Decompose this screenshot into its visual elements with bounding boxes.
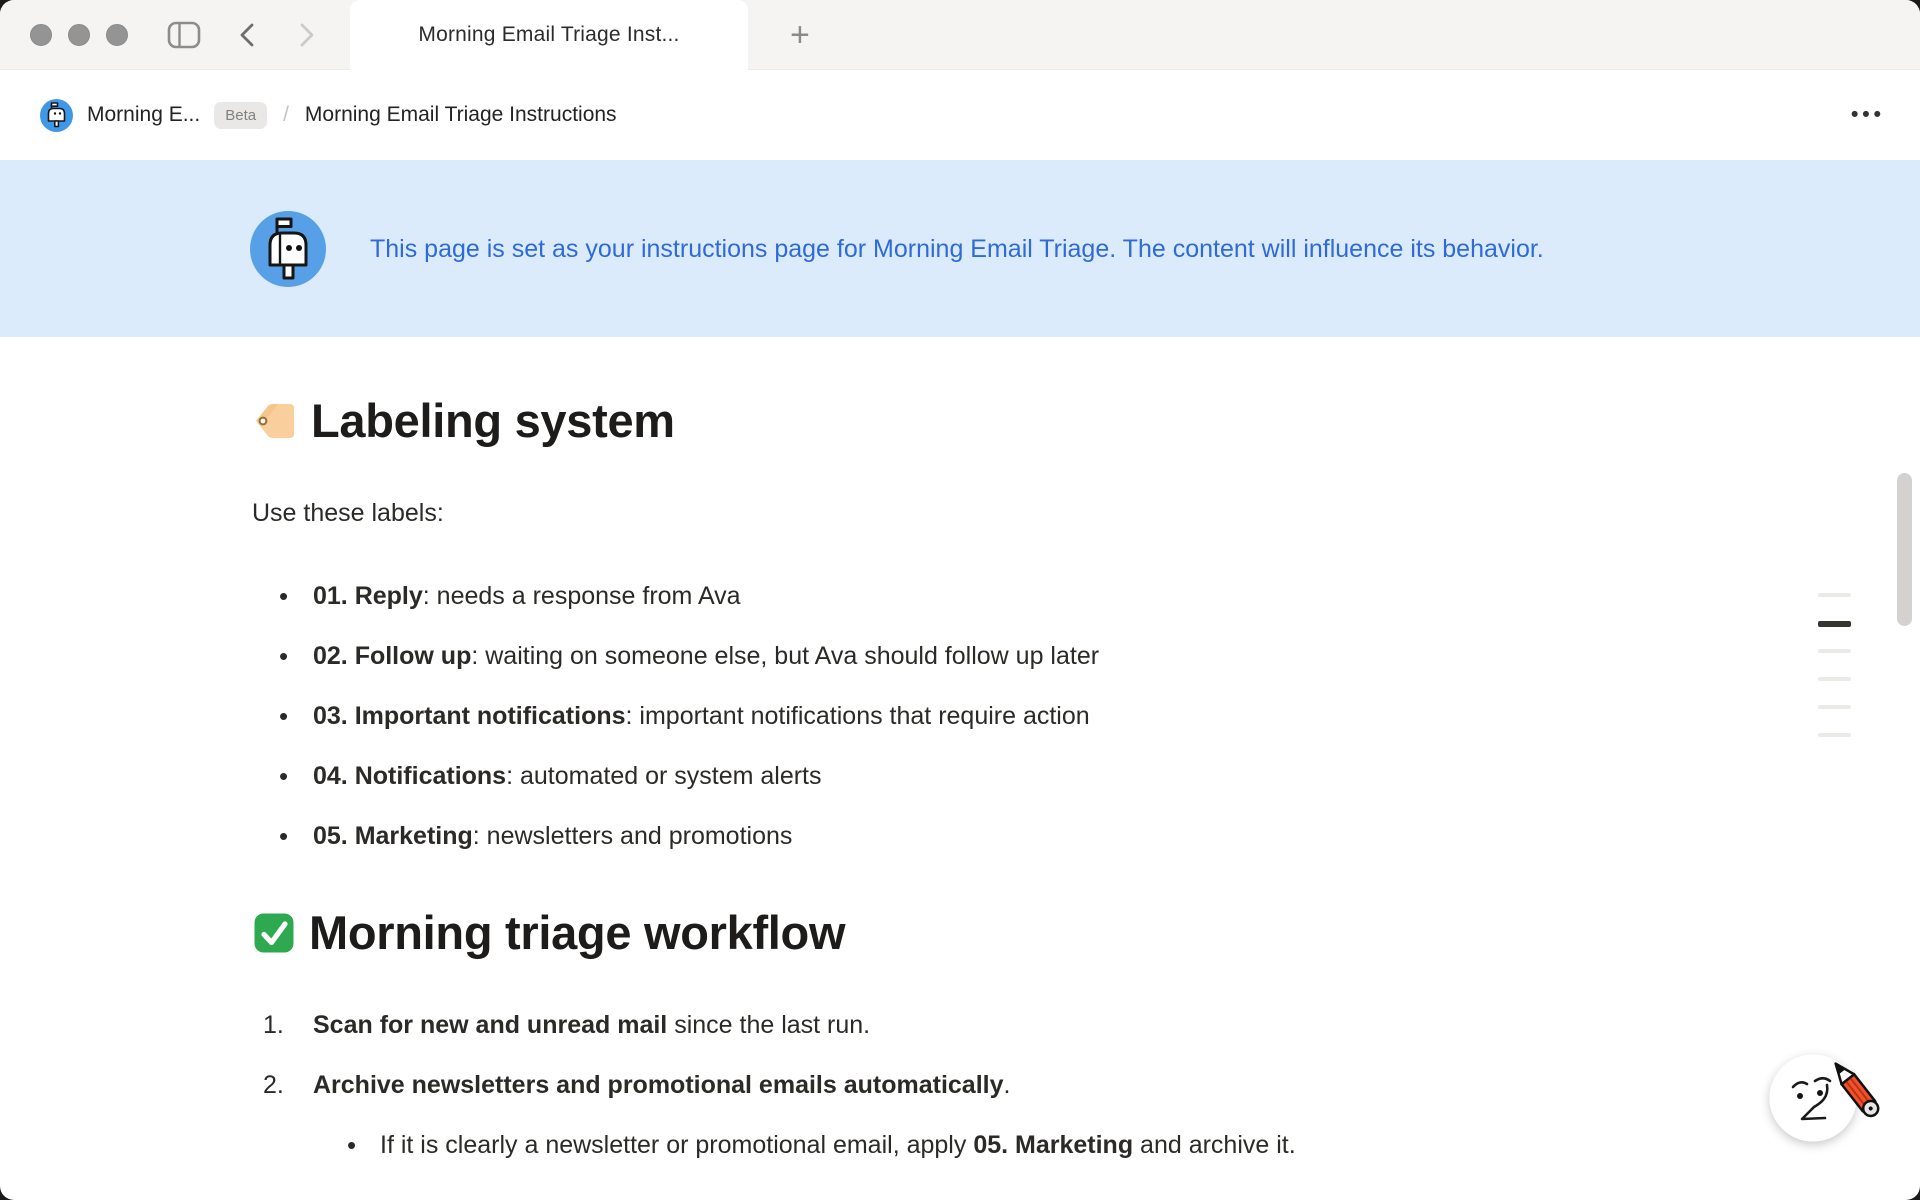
list-item: • 02. Follow up: waiting on someone else… xyxy=(279,639,1920,673)
mailbox-banner-icon xyxy=(250,211,326,287)
outline-dash[interactable] xyxy=(1818,593,1851,597)
traffic-lights xyxy=(0,24,128,46)
mailbox-app-icon[interactable] xyxy=(40,99,73,132)
bullet-icon: • xyxy=(279,639,313,673)
breadcrumb-page-title[interactable]: Morning Email Triage Instructions xyxy=(305,103,617,127)
heading-text: Morning triage workflow xyxy=(309,903,845,962)
workflow-substeps: • If it is clearly a newsletter or promo… xyxy=(252,1128,1920,1162)
bullet-icon: • xyxy=(279,579,313,613)
label-tag-emoji xyxy=(252,398,298,444)
tab-active[interactable]: Morning Email Triage Inst... xyxy=(350,0,748,70)
back-icon[interactable] xyxy=(236,20,258,50)
step-number: 1. xyxy=(263,1008,313,1042)
bullet-icon: • xyxy=(279,759,313,793)
list-item: • 04. Notifications: automated or system… xyxy=(279,759,1920,793)
compose-doodle-button[interactable] xyxy=(1755,1035,1885,1165)
sidebar-toggle-icon[interactable] xyxy=(166,19,202,51)
step-number: 2. xyxy=(263,1068,313,1102)
more-options-icon[interactable]: ••• xyxy=(1849,99,1887,131)
tab-title: Morning Email Triage Inst... xyxy=(418,23,679,47)
app-window: Morning Email Triage Inst... + Morning E… xyxy=(0,0,1920,1200)
list-item: • 03. Important notifications: important… xyxy=(279,699,1920,733)
outline-dash[interactable] xyxy=(1818,733,1851,737)
bullet-icon: • xyxy=(279,819,313,853)
tab-bar: Morning Email Triage Inst... + xyxy=(0,0,1920,70)
section-heading-morning-triage-workflow: Morning triage workflow xyxy=(252,903,1920,962)
beta-badge: Beta xyxy=(214,102,267,129)
outline-dash[interactable] xyxy=(1818,705,1851,709)
workflow-steps: 1. Scan for new and unread mail since th… xyxy=(252,1008,1920,1102)
minimize-button[interactable] xyxy=(68,24,90,46)
heading-text: Labeling system xyxy=(311,391,675,450)
breadcrumb-separator: / xyxy=(283,103,289,127)
instructions-banner: This page is set as your instructions pa… xyxy=(0,160,1920,337)
outline-indicator[interactable] xyxy=(1818,593,1851,761)
list-item: 1. Scan for new and unread mail since th… xyxy=(263,1008,1920,1042)
breadcrumb-app-name[interactable]: Morning E... xyxy=(87,103,200,127)
list-item: 2. Archive newsletters and promotional e… xyxy=(263,1068,1920,1102)
list-item: • 05. Marketing: newsletters and promoti… xyxy=(279,819,1920,853)
forward-icon[interactable] xyxy=(296,20,318,50)
bullet-icon: • xyxy=(279,699,313,733)
list-item: • If it is clearly a newsletter or promo… xyxy=(347,1128,1920,1162)
list-item: • 01. Reply: needs a response from Ava xyxy=(279,579,1920,613)
labels-list: • 01. Reply: needs a response from Ava •… xyxy=(252,579,1920,853)
zoom-button[interactable] xyxy=(106,24,128,46)
close-button[interactable] xyxy=(30,24,52,46)
breadcrumb: Morning E... Beta / Morning Email Triage… xyxy=(0,70,1920,160)
intro-paragraph: Use these labels: xyxy=(252,496,1920,530)
check-mark-emoji xyxy=(252,911,296,955)
section-heading-labeling-system: Labeling system xyxy=(252,391,1920,450)
bullet-icon: • xyxy=(347,1128,380,1162)
outline-dash-active[interactable] xyxy=(1818,621,1851,627)
scrollbar-thumb[interactable] xyxy=(1897,473,1912,626)
banner-message: This page is set as your instructions pa… xyxy=(370,228,1665,270)
outline-dash[interactable] xyxy=(1818,649,1851,653)
new-tab-button[interactable]: + xyxy=(784,18,816,52)
document-content: Labeling system Use these labels: • 01. … xyxy=(0,337,1920,1162)
outline-dash[interactable] xyxy=(1818,677,1851,681)
